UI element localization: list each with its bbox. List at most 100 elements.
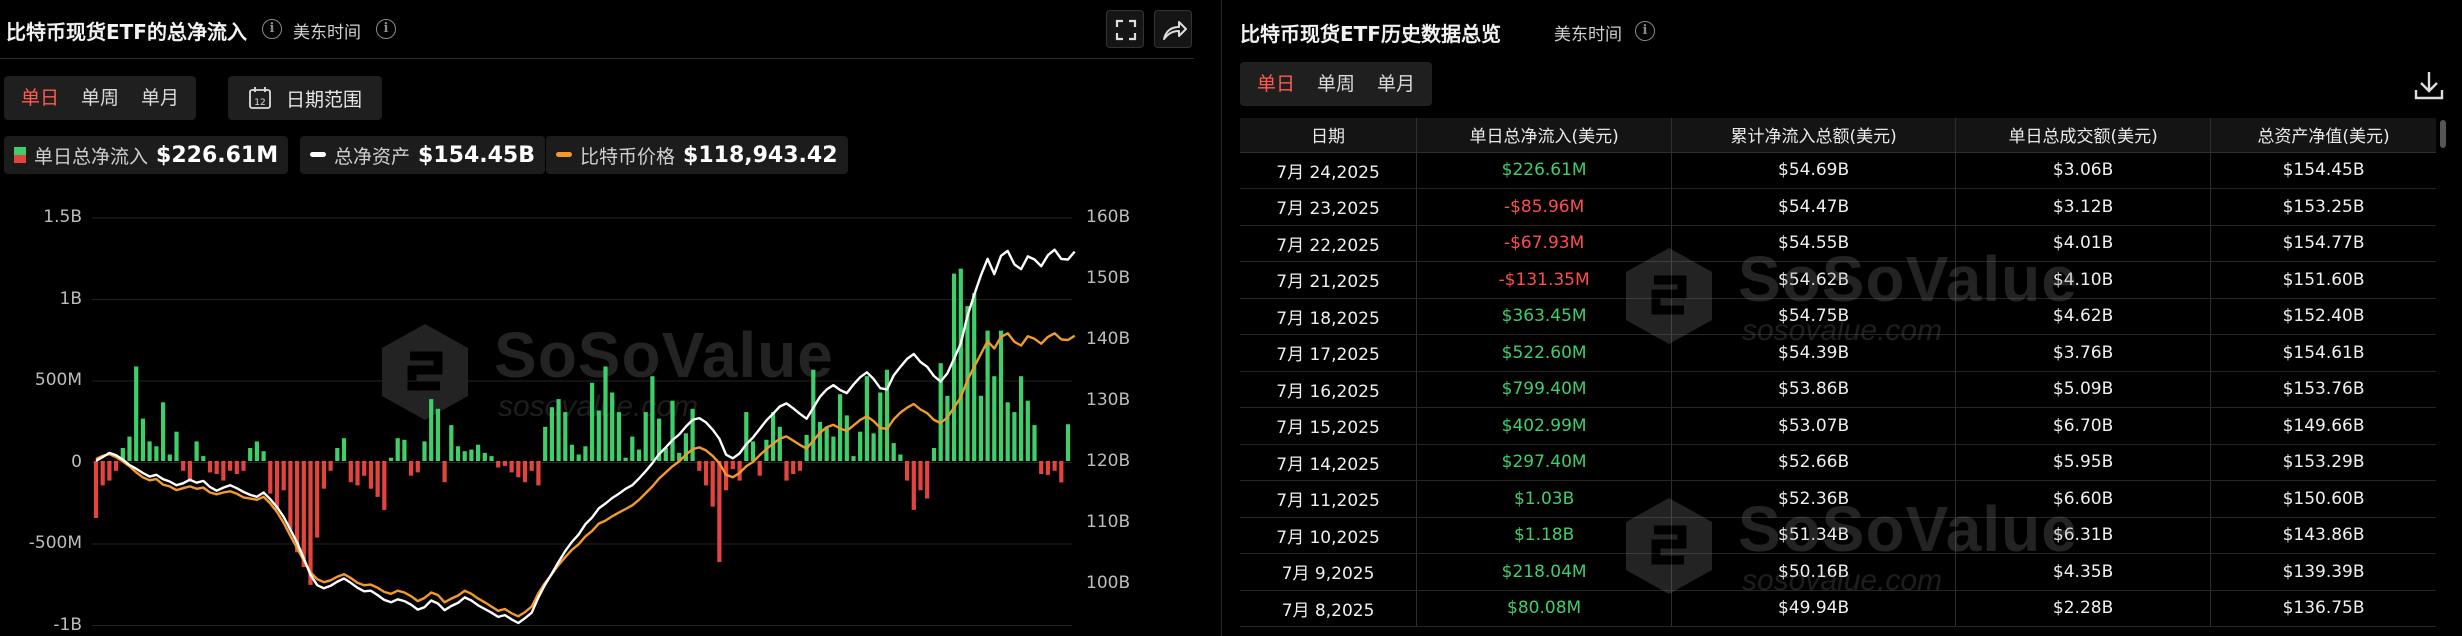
- date-cell: 7月 10,2025: [1240, 517, 1418, 554]
- column-header[interactable]: 日期: [1240, 118, 1418, 153]
- inflow-bar: [1045, 461, 1050, 475]
- daily-flow-cell: -$67.93M: [1416, 225, 1673, 262]
- nav-cell: $136.75B: [2210, 590, 2436, 627]
- table-row[interactable]: 7月 23,2025 -$85.96M $54.47B $3.12B $153.25B: [1240, 188, 2436, 226]
- inflow-bar: [476, 444, 481, 461]
- nav-cell: $154.61B: [2210, 334, 2436, 372]
- inflow-bar: [831, 436, 836, 461]
- timezone-info-icon[interactable]: i: [1635, 21, 1655, 41]
- table-row[interactable]: 7月 17,2025 $522.60M $54.39B $3.76B $154.61B: [1240, 334, 2436, 372]
- tab-monthly[interactable]: 单月: [1366, 62, 1426, 106]
- inflow-bar: [797, 461, 802, 471]
- net-inflow-panel: 比特币现货ETF的总净流入 i 美东时间 i 单日 单周 单月 12 日期范围 …: [0, 0, 1210, 636]
- inflow-bar: [321, 461, 326, 489]
- inflow-bar: [972, 293, 977, 461]
- inflow-bar: [650, 376, 655, 461]
- table-row[interactable]: 7月 24,2025 $226.61M $54.69B $3.06B $154.45B: [1240, 152, 2436, 189]
- inflow-bar: [1059, 461, 1064, 483]
- column-header[interactable]: 单日总净流入(美元): [1416, 118, 1673, 153]
- inflow-bar: [234, 461, 239, 474]
- cumulative-cell: $54.62B: [1671, 261, 1957, 299]
- inflow-bar: [328, 461, 333, 471]
- table-row[interactable]: 7月 21,2025 -$131.35M $54.62B $4.10B $151.60B: [1240, 261, 2436, 299]
- inflow-bar: [435, 408, 440, 461]
- inflow-bar: [402, 439, 407, 461]
- inflow-bar: [415, 461, 420, 473]
- table-row[interactable]: 7月 8,2025 $80.08M $49.94B $2.28B $136.75B: [1240, 590, 2436, 627]
- cumulative-cell: $52.66B: [1671, 444, 1957, 481]
- inflow-chart[interactable]: [0, 0, 1210, 636]
- inflow-bar: [623, 457, 628, 461]
- table-row[interactable]: 7月 10,2025 $1.18B $51.34B $6.31B $143.86B: [1240, 517, 2436, 554]
- table-row[interactable]: 7月 9,2025 $218.04M $50.16B $4.35B $139.39B: [1240, 553, 2436, 591]
- inflow-bar: [871, 433, 876, 461]
- table-title: 比特币现货ETF历史数据总览: [1240, 22, 1501, 46]
- column-header[interactable]: 总资产净值(美元): [2210, 118, 2436, 153]
- inflow-bar: [362, 461, 367, 476]
- inflow-bar: [1019, 376, 1024, 461]
- volume-cell: $6.70B: [1955, 407, 2212, 445]
- inflow-bar: [777, 426, 782, 461]
- inflow-bar: [884, 369, 890, 461]
- table-row[interactable]: 7月 18,2025 $363.45M $54.75B $4.62B $152.40B: [1240, 298, 2436, 335]
- inflow-bar: [851, 456, 856, 461]
- inflow-bar: [603, 366, 608, 461]
- cumulative-cell: $54.55B: [1671, 225, 1957, 262]
- inflow-bar: [891, 443, 896, 461]
- date-cell: 7月 14,2025: [1240, 444, 1418, 481]
- table-row[interactable]: 7月 14,2025 $297.40M $52.66B $5.95B $153.29B: [1240, 444, 2436, 481]
- download-icon[interactable]: [2412, 68, 2446, 102]
- volume-cell: $4.62B: [1955, 298, 2212, 335]
- daily-flow-cell: $297.40M: [1416, 444, 1673, 481]
- column-header[interactable]: 累计净流入总额(美元): [1671, 118, 1957, 153]
- nav-cell: $154.45B: [2210, 152, 2436, 189]
- tab-weekly[interactable]: 单周: [1306, 62, 1366, 106]
- inflow-bar: [241, 461, 246, 471]
- table-row[interactable]: 7月 15,2025 $402.99M $53.07B $6.70B $149.66B: [1240, 407, 2436, 445]
- cumulative-cell: $54.39B: [1671, 334, 1957, 372]
- daily-flow-cell: $1.18B: [1416, 517, 1673, 554]
- date-cell: 7月 22,2025: [1240, 225, 1418, 262]
- volume-cell: $3.12B: [1955, 188, 2212, 226]
- inflow-bar: [596, 410, 601, 461]
- column-header[interactable]: 单日总成交额(美元): [1955, 118, 2212, 153]
- timezone-label: 美东时间: [1554, 25, 1622, 45]
- inflow-bar: [140, 418, 145, 461]
- daily-flow-cell: $226.61M: [1416, 152, 1673, 189]
- inflow-bar: [978, 395, 983, 461]
- cumulative-cell: $51.34B: [1671, 517, 1957, 554]
- inflow-bar: [543, 426, 548, 461]
- inflow-bar: [502, 461, 507, 466]
- inflow-bar: [496, 461, 501, 468]
- daily-flow-cell: $522.60M: [1416, 334, 1673, 372]
- cumulative-cell: $52.36B: [1671, 480, 1957, 518]
- inflow-bar: [174, 431, 179, 461]
- volume-cell: $6.31B: [1955, 517, 2212, 554]
- date-cell: 7月 24,2025: [1240, 152, 1418, 189]
- nav-cell: $153.25B: [2210, 188, 2436, 226]
- inflow-bar: [281, 461, 286, 491]
- inflow-bar: [482, 452, 487, 461]
- inflow-bar: [221, 461, 226, 481]
- inflow-bar: [127, 436, 132, 461]
- scrollbar-thumb[interactable]: [2440, 120, 2446, 148]
- inflow-bar: [429, 399, 434, 461]
- date-cell: 7月 15,2025: [1240, 407, 1418, 445]
- table-row[interactable]: 7月 16,2025 $799.40M $53.86B $5.09B $153.76B: [1240, 371, 2436, 408]
- table-row[interactable]: 7月 22,2025 -$67.93M $54.55B $4.01B $154.77B: [1240, 225, 2436, 262]
- inflow-bar: [93, 461, 99, 518]
- inflow-bar: [610, 392, 615, 461]
- history-table: 日期 单日总净流入(美元) 累计净流入总额(美元) 单日总成交额(美元) 总资产净值(美…: [1240, 118, 2436, 627]
- history-panel: 比特币现货ETF历史数据总览 美东时间 i 单日 单周 单月 日期 单日总净流入(…: [1222, 0, 2462, 636]
- table-row[interactable]: 7月 11,2025 $1.03B $52.36B $6.60B $150.60B: [1240, 480, 2436, 518]
- cumulative-cell: $53.86B: [1671, 371, 1957, 408]
- volume-cell: $4.35B: [1955, 553, 2212, 591]
- inflow-bar: [274, 461, 280, 510]
- inflow-bar: [590, 382, 595, 461]
- inflow-bar: [824, 426, 829, 461]
- tab-daily[interactable]: 单日: [1246, 62, 1306, 106]
- inflow-bar: [636, 449, 642, 461]
- cumulative-cell: $54.69B: [1671, 152, 1957, 189]
- table-scrollbar[interactable]: [2438, 118, 2448, 636]
- inflow-bar: [1005, 402, 1010, 461]
